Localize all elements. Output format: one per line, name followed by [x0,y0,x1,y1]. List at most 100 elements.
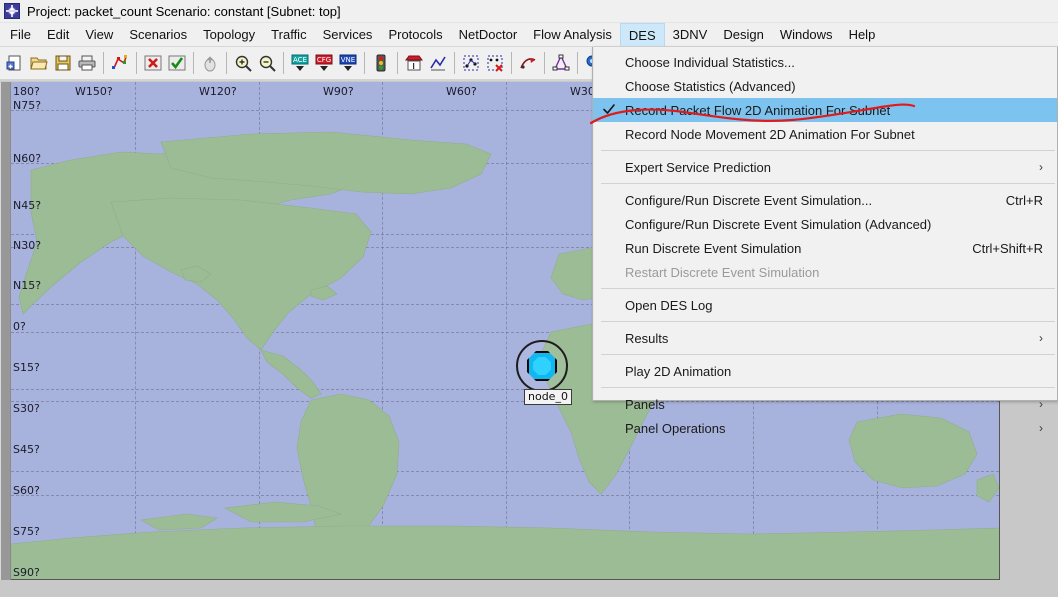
menu-item-label: Choose Statistics (Advanced) [625,79,796,94]
des-menu-item-open-des-log[interactable]: Open DES Log [593,293,1057,317]
menu-bar[interactable]: FileEditViewScenariosTopologyTrafficServ… [0,23,1058,47]
menu-item-label: Expert Service Prediction [625,160,771,175]
des-menu-item-panels[interactable]: Panels› [593,392,1057,416]
menubar-item-file[interactable]: File [2,23,39,46]
toolbar-separator [364,52,365,74]
menu-item-shortcut: Ctrl+Shift+R [942,241,1043,256]
fail-node-icon[interactable] [199,51,221,75]
des-menu-item-record-packet-flow-2d-animation-for-subnet[interactable]: Record Packet Flow 2D Animation For Subn… [593,98,1057,122]
toolbar-separator [136,52,137,74]
title-bar: Project: packet_count Scenario: constant… [0,0,1058,23]
cfg-menu-icon[interactable]: CFG [313,51,335,75]
latitude-label: N30? [13,239,41,252]
new-project-icon[interactable] [4,51,26,75]
traffic-light-icon[interactable] [370,51,392,75]
des-menu-item-results[interactable]: Results › [593,326,1057,350]
des-menu-item-play-2d-animation[interactable]: Play 2D Animation [593,359,1057,383]
vertical-scrollbar[interactable] [0,82,11,580]
verify-links-icon[interactable] [166,51,188,75]
menu-item-label: Run Discrete Event Simulation [625,241,801,256]
menu-item-label: Panel Operations [625,421,725,436]
latitude-label: N75? [13,99,41,112]
menu-separator [601,288,1055,289]
des-menu-item-choose-statistics-advanced[interactable]: Choose Statistics (Advanced) [593,74,1057,98]
des-menu-item-panel-operations[interactable]: Panel Operations › [593,416,1057,440]
menubar-item-topology[interactable]: Topology [195,23,263,46]
topology-import-icon[interactable] [550,51,572,75]
des-menu-item-run-discrete-event-simulation[interactable]: Run Discrete Event Simulation Ctrl+Shift+… [593,236,1057,260]
scrollbar-thumb[interactable] [1,82,10,580]
menubar-item-protocols[interactable]: Protocols [380,23,450,46]
menubar-item-services[interactable]: Services [315,23,381,46]
clear-selection-icon[interactable] [484,51,506,75]
menu-item-label: Play 2D Animation [625,364,731,379]
zoom-out-icon[interactable] [256,51,278,75]
menubar-item-help[interactable]: Help [841,23,884,46]
chevron-right-icon: › [1019,331,1043,345]
svg-text:VNE: VNE [341,56,355,64]
chevron-right-icon: › [1019,421,1043,435]
latitude-label: S45? [13,443,40,456]
menubar-item-des[interactable]: DES [620,23,665,46]
riverbed-star-icon [4,3,20,19]
menubar-item-view[interactable]: View [77,23,121,46]
toolbar-separator [283,52,284,74]
menu-separator [601,354,1055,355]
open-project-icon[interactable] [28,51,50,75]
menu-item-label: Record Packet Flow 2D Animation For Subn… [625,103,890,118]
network-objects-icon[interactable] [109,51,131,75]
toolbar-separator [577,52,578,74]
des-menu-item-configure-run-discrete-event-simulation-advanced[interactable]: Configure/Run Discrete Event Simulation … [593,212,1057,236]
menubar-item-edit[interactable]: Edit [39,23,77,46]
ace-menu-icon[interactable]: ACE [289,51,311,75]
des-dropdown-menu[interactable]: Choose Individual Statistics... Choose St… [592,47,1058,401]
menubar-item-netdoctor[interactable]: NetDoctor [451,23,526,46]
menu-separator [601,183,1055,184]
toolbar-separator [193,52,194,74]
latitude-label: N15? [13,279,41,292]
latitude-label: S75? [13,525,40,538]
profile-icon[interactable] [427,51,449,75]
select-similar-nodes-icon[interactable] [460,51,482,75]
toolbar-separator [544,52,545,74]
node-label: node_0 [524,389,572,405]
print-icon[interactable] [76,51,98,75]
toolbar-separator [454,52,455,74]
menubar-item-3dnv[interactable]: 3DNV [665,23,716,46]
menubar-item-flow-analysis[interactable]: Flow Analysis [525,23,620,46]
latitude-label: 0? [13,320,26,333]
menu-item-label: Restart Discrete Event Simulation [625,265,819,280]
chevron-right-icon: › [1019,160,1043,174]
longitude-label: W150? [75,85,113,98]
menu-item-label: Configure/Run Discrete Event Simulation … [625,217,931,232]
delete-object-icon[interactable] [142,51,164,75]
menu-separator [601,387,1055,388]
vne-menu-icon[interactable]: VNE [337,51,359,75]
menubar-item-windows[interactable]: Windows [772,23,841,46]
menubar-item-scenarios[interactable]: Scenarios [121,23,195,46]
menu-item-label: Record Node Movement 2D Animation For Su… [625,127,915,142]
node-object-node_0[interactable]: node_0 [516,340,572,396]
menu-item-shortcut: Ctrl+R [976,193,1043,208]
menubar-item-design[interactable]: Design [715,23,771,46]
menu-item-label: Results [625,331,668,346]
svg-text:CFG: CFG [317,56,331,64]
des-menu-item-expert-service-prediction[interactable]: Expert Service Prediction › [593,155,1057,179]
latitude-label: S60? [13,484,40,497]
des-menu-item-choose-individual-statistics[interactable]: Choose Individual Statistics... [593,50,1057,74]
toolbar-separator [226,52,227,74]
latitude-label: N60? [13,152,41,165]
opnet-modeler-window: Project: packet_count Scenario: constant… [0,0,1058,597]
zoom-in-icon[interactable] [232,51,254,75]
save-icon[interactable] [52,51,74,75]
menu-separator [601,150,1055,151]
des-menu-item-restart-discrete-event-simulation[interactable]: Restart Discrete Event Simulation [593,260,1057,284]
deploy-application-icon[interactable] [403,51,425,75]
longitude-label: W90? [323,85,354,98]
des-menu-item-record-node-movement-2d-animation-for-subnet[interactable]: Record Node Movement 2D Animation For Su… [593,122,1057,146]
rapid-config-icon[interactable] [517,51,539,75]
check-icon [602,102,616,116]
menu-item-label: Choose Individual Statistics... [625,55,795,70]
des-menu-item-configure-run-discrete-event-simulation[interactable]: Configure/Run Discrete Event Simulation.… [593,188,1057,212]
menubar-item-traffic[interactable]: Traffic [263,23,314,46]
